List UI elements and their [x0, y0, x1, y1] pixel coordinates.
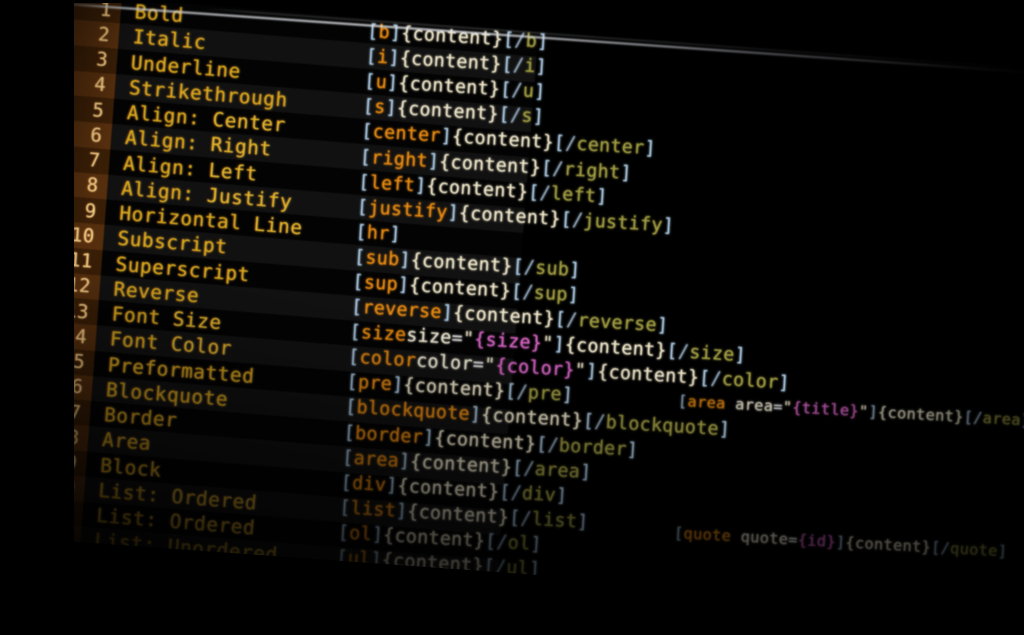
frame-mask-top — [0, 0, 1024, 3]
tag-description-label: Bold — [133, 0, 185, 28]
tag-description-label: Block — [99, 453, 163, 482]
screen-photograph: 1 Bold 2 Italic 3 Underline 4 Strikethrough 5 Ali… — [0, 0, 1024, 635]
tag-description-label: Area — [101, 428, 152, 456]
